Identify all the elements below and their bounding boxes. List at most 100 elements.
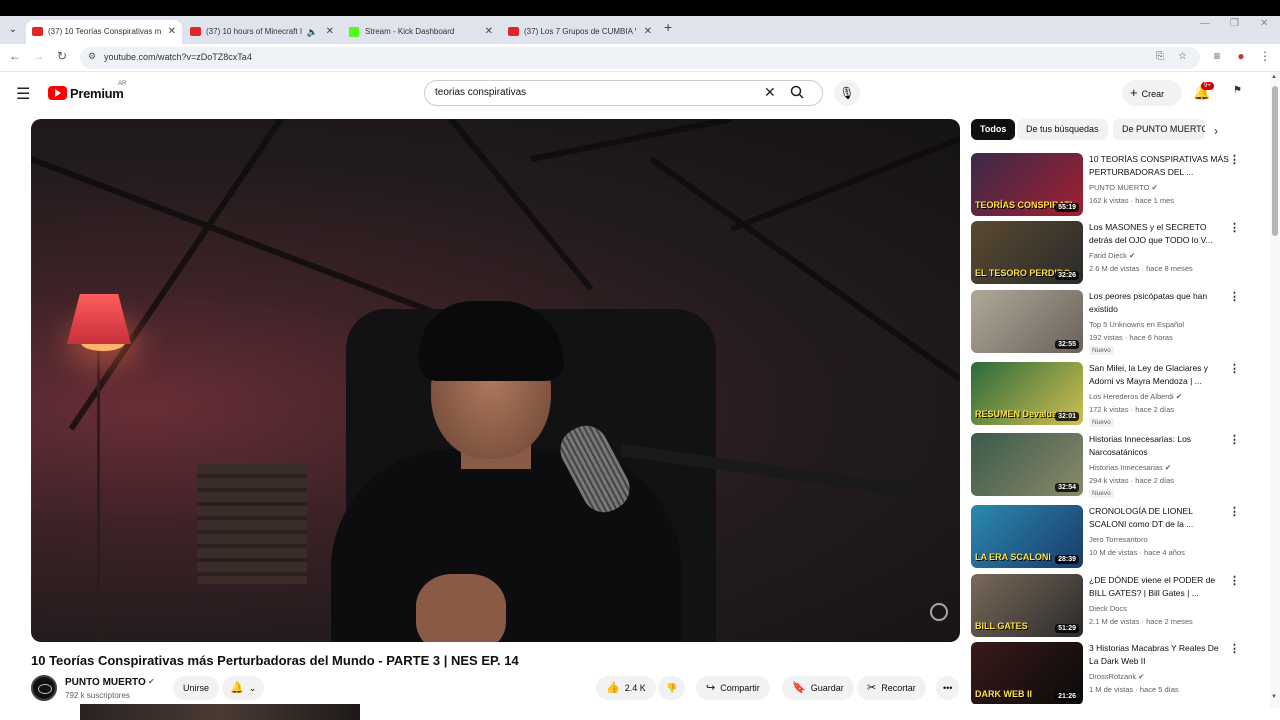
recommendation-thumbnail[interactable]: EL TESORO PERDIDO 32:26 bbox=[971, 221, 1083, 284]
recommendation-card[interactable]: BILL GATES 51:29 ¿DE DÓNDE viene el PODE… bbox=[971, 574, 1266, 638]
recommendation-thumbnail[interactable]: LA ERA SCALONI 28:39 bbox=[971, 505, 1083, 568]
scroll-down-icon[interactable]: ▼ bbox=[1271, 694, 1277, 700]
microphone-icon[interactable]: 🎙 bbox=[834, 80, 860, 106]
recommendation-thumbnail[interactable]: 32:55 bbox=[971, 290, 1083, 353]
close-icon[interactable]: ✕ bbox=[644, 20, 652, 44]
browser-tab-4[interactable]: (37) Los 7 Grupos de CUMBIA V ✕ bbox=[502, 20, 658, 44]
chip-all[interactable]: Todos bbox=[971, 119, 1016, 140]
more-vertical-icon[interactable]: ⋮ bbox=[1229, 574, 1240, 587]
channel-watermark-icon[interactable] bbox=[930, 603, 948, 621]
join-button[interactable]: Unirse bbox=[173, 676, 220, 700]
recommendation-channel[interactable]: Jero Torresantoro bbox=[1089, 535, 1148, 544]
clip-label: Recortar bbox=[881, 683, 916, 693]
books-stack bbox=[197, 464, 307, 584]
tab-title: (37) 10 Teorías Conspirativas m bbox=[48, 27, 162, 36]
browser-tab-1[interactable]: (37) 10 Teorías Conspirativas m ✕ bbox=[26, 20, 182, 44]
recommendation-channel[interactable]: Historias Innecesarias ✔ bbox=[1089, 463, 1171, 472]
recommendation-channel[interactable]: Farid Dieck ✔ bbox=[1089, 251, 1135, 260]
chevron-right-icon[interactable]: › bbox=[1214, 124, 1218, 138]
youtube-logo[interactable]: Premium AR bbox=[48, 81, 126, 101]
media-control-icon[interactable]: ≡ bbox=[1208, 49, 1226, 63]
clear-search-icon[interactable]: ✕ bbox=[764, 84, 776, 101]
speaker-icon[interactable]: 🔈 bbox=[307, 20, 318, 44]
recommendation-card[interactable]: DARK WEB II 21:26 3 Historias Macabras Y… bbox=[971, 642, 1266, 706]
browser-tab-2[interactable]: (37) 10 hours of Minecraft I 🔈 ✕ bbox=[184, 20, 340, 44]
new-badge: Nuevo bbox=[1089, 346, 1114, 355]
recommendation-title[interactable]: Historias Innecesarias: Los Narcosatánic… bbox=[1089, 433, 1229, 459]
profile-icon[interactable]: ● bbox=[1232, 49, 1250, 63]
more-vertical-icon[interactable]: ⋮ bbox=[1229, 153, 1240, 166]
window-close-icon[interactable]: ✕ bbox=[1260, 18, 1268, 29]
recommendation-card[interactable]: TEORÍAS CONSPIRATI 55:19 10 TEORÍAS CONS… bbox=[971, 153, 1266, 217]
save-button[interactable]: 🔖 Guardar bbox=[782, 676, 854, 700]
create-label: Crear bbox=[1141, 89, 1165, 99]
recommendation-title[interactable]: 3 Historias Macabras Y Reales De La Dark… bbox=[1089, 642, 1229, 668]
recommendation-title[interactable]: ¿DE DÓNDE viene el PODER de BILL GATES? … bbox=[1089, 574, 1229, 600]
close-icon[interactable]: ✕ bbox=[326, 20, 334, 44]
recommendation-card[interactable]: LA ERA SCALONI 28:39 CRONOLOGÍA DE LIONE… bbox=[971, 505, 1266, 569]
tab-search-icon[interactable]: ⌄ bbox=[4, 21, 22, 39]
recommendation-card[interactable]: 32:55 Los peores psicópatas que han exis… bbox=[971, 290, 1266, 355]
account-avatar[interactable]: ⚑ bbox=[1233, 85, 1246, 98]
notifications-subscribed-button[interactable]: 🔔 ⌄ bbox=[222, 676, 265, 700]
recommendation-channel[interactable]: DrossRotzank ✔ bbox=[1089, 672, 1145, 681]
search-input[interactable]: teorias conspirativas bbox=[435, 87, 526, 98]
dislike-button[interactable]: 👎 bbox=[658, 676, 686, 700]
new-tab-icon[interactable]: + bbox=[664, 19, 672, 35]
maximize-icon[interactable]: ❐ bbox=[1230, 18, 1239, 29]
browser-tab-3[interactable]: Stream - Kick Dashboard ✕ bbox=[343, 20, 499, 44]
back-icon[interactable]: ← bbox=[6, 49, 24, 63]
install-icon[interactable]: ⎘ bbox=[1156, 51, 1164, 62]
recommendation-channel[interactable]: Los Herederos de Alberdi ✔ bbox=[1089, 392, 1182, 401]
recommendation-channel[interactable]: Top 5 Unknowns en Español bbox=[1089, 320, 1184, 329]
recommendation-thumbnail[interactable]: DARK WEB II 21:26 bbox=[971, 642, 1083, 705]
share-icon: ↪ bbox=[706, 682, 716, 694]
more-vertical-icon[interactable]: ⋮ bbox=[1229, 362, 1240, 375]
more-vertical-icon[interactable]: ⋮ bbox=[1229, 642, 1240, 655]
more-vertical-icon[interactable]: ⋮ bbox=[1229, 290, 1240, 303]
recommendation-channel[interactable]: PUNTO MUERTO ✔ bbox=[1089, 183, 1158, 192]
forward-icon[interactable]: → bbox=[29, 49, 47, 63]
recommendation-title[interactable]: CRONOLOGÍA DE LIONEL SCALONI como DT de … bbox=[1089, 505, 1229, 531]
url-text[interactable]: youtube.com/watch?v=zDoTZ8cxTa4 bbox=[104, 52, 252, 62]
like-button[interactable]: 👍 2.4 K bbox=[596, 676, 656, 700]
address-bar[interactable]: ⚙ youtube.com/watch?v=zDoTZ8cxTa4 ⎘ ☆ bbox=[80, 47, 1200, 69]
minimize-icon[interactable]: — bbox=[1200, 18, 1210, 29]
more-actions-button[interactable]: ••• bbox=[936, 676, 960, 700]
search-icon[interactable] bbox=[790, 85, 804, 102]
clip-button[interactable]: ✂ Recortar bbox=[857, 676, 926, 700]
recommendation-thumbnail[interactable]: BILL GATES 51:29 bbox=[971, 574, 1083, 637]
more-vertical-icon[interactable]: ⋮ bbox=[1229, 505, 1240, 518]
menu-icon[interactable]: ☰ bbox=[16, 84, 30, 104]
recommendation-thumbnail[interactable]: RESUMEN Devaluado 32:01 bbox=[971, 362, 1083, 425]
recommendation-title[interactable]: San Milei, la Ley de Glaciares y Adorni … bbox=[1089, 362, 1229, 388]
scroll-thumb[interactable] bbox=[1272, 86, 1278, 236]
close-icon[interactable]: ✕ bbox=[168, 20, 176, 44]
search-box[interactable]: teorias conspirativas ✕ bbox=[424, 80, 823, 106]
recommendation-title[interactable]: Los MASONES y el SECRETO detrás del OJO … bbox=[1089, 221, 1229, 247]
site-info-icon[interactable]: ⚙ bbox=[88, 51, 96, 62]
chip-from-channel[interactable]: De PUNTO MUERTO bbox=[1113, 119, 1205, 140]
close-icon[interactable]: ✕ bbox=[485, 20, 493, 44]
recommendation-card[interactable]: RESUMEN Devaluado 32:01 San Milei, la Le… bbox=[971, 362, 1266, 427]
bookmark-star-icon[interactable]: ☆ bbox=[1178, 51, 1187, 62]
channel-avatar[interactable] bbox=[31, 675, 57, 701]
recommendation-title[interactable]: 10 TEORÍAS CONSPIRATIVAS MÁS PERTURBADOR… bbox=[1089, 153, 1229, 179]
more-vertical-icon[interactable]: ⋮ bbox=[1229, 221, 1240, 234]
recommendation-thumbnail[interactable]: TEORÍAS CONSPIRATI 55:19 bbox=[971, 153, 1083, 216]
reload-icon[interactable]: ↻ bbox=[53, 49, 71, 63]
more-vertical-icon[interactable]: ⋮ bbox=[1229, 433, 1240, 446]
recommendation-title[interactable]: Los peores psicópatas que han existido bbox=[1089, 290, 1229, 316]
recommendation-card[interactable]: 32:54 Historias Innecesarias: Los Narcos… bbox=[971, 433, 1266, 498]
scroll-up-icon[interactable]: ▲ bbox=[1271, 74, 1277, 80]
share-button[interactable]: ↪ Compartir bbox=[696, 676, 770, 700]
recommendation-thumbnail[interactable]: 32:54 bbox=[971, 433, 1083, 496]
page-scrollbar[interactable]: ▲ ▼ bbox=[1270, 72, 1280, 708]
recommendation-channel[interactable]: Dieck Docs bbox=[1089, 604, 1127, 613]
recommendation-card[interactable]: EL TESORO PERDIDO 32:26 Los MASONES y el… bbox=[971, 221, 1266, 285]
chip-from-searches[interactable]: De tus búsquedas bbox=[1017, 119, 1108, 140]
create-button[interactable]: + Crear bbox=[1122, 80, 1182, 106]
video-player[interactable] bbox=[31, 119, 960, 642]
browser-menu-icon[interactable]: ⋮ bbox=[1256, 49, 1274, 63]
channel-name[interactable]: PUNTO MUERTO bbox=[65, 677, 146, 688]
